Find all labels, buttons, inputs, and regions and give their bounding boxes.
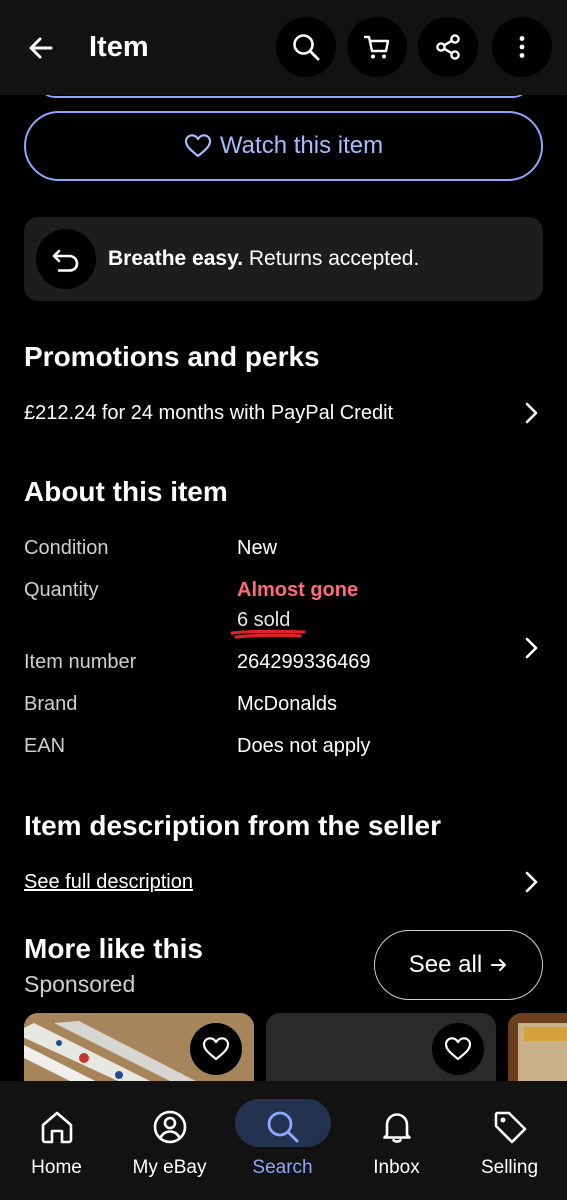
brand-label: Brand	[24, 693, 78, 715]
more-vertical-icon	[519, 36, 525, 58]
watch-product-2-button[interactable]	[432, 1023, 484, 1075]
ean-label: EAN	[24, 735, 66, 757]
heart-outline-icon	[444, 1037, 472, 1061]
home-icon	[33, 1103, 81, 1151]
top-app-bar: Item	[0, 0, 567, 95]
brand-value: McDonalds	[237, 693, 338, 715]
item-number-value: 264299336469	[237, 651, 371, 673]
more-options-button[interactable]	[492, 17, 552, 77]
ean-value: Does not apply	[237, 735, 371, 757]
nav-my-ebay-label: My eBay	[132, 1157, 207, 1178]
bottom-navigation: Home My eBay Search Inbox Selling	[0, 1081, 567, 1200]
condition-value: New	[237, 537, 278, 559]
about-item-title: About this item	[24, 476, 228, 507]
tag-icon	[486, 1103, 534, 1151]
share-icon	[436, 34, 460, 60]
nav-inbox-label: Inbox	[373, 1157, 420, 1178]
chevron-right-icon[interactable]	[519, 401, 543, 425]
nav-home[interactable]: Home	[0, 1081, 113, 1200]
watch-item-label: Watch this item	[219, 132, 384, 159]
promotions-title: Promotions and perks	[24, 341, 320, 372]
heart-outline-icon	[184, 134, 212, 158]
returns-info-card: Breathe easy. Returns accepted.	[24, 217, 543, 301]
nav-selling-label: Selling	[480, 1157, 539, 1178]
chevron-right-icon[interactable]	[519, 636, 543, 660]
paypal-credit-offer[interactable]: £212.24 for 24 months with PayPal Credit	[24, 400, 393, 426]
nav-selling[interactable]: Selling	[453, 1081, 566, 1200]
quantity-label: Quantity	[24, 579, 99, 601]
nav-search[interactable]: Search	[226, 1081, 339, 1200]
sponsored-label: Sponsored	[24, 971, 136, 997]
page-title: Item	[89, 31, 149, 63]
profile-icon	[146, 1103, 194, 1151]
returns-bold-text: Breathe easy.	[108, 247, 244, 270]
description-title: Item description from the seller	[24, 810, 441, 841]
quantity-status: Almost gone	[237, 579, 359, 601]
share-button[interactable]	[418, 17, 478, 77]
annotation-underline	[230, 629, 306, 639]
see-all-label: See all	[408, 951, 483, 978]
condition-label: Condition	[24, 537, 109, 559]
nav-my-ebay[interactable]: My eBay	[113, 1081, 226, 1200]
return-arrow-icon	[52, 249, 79, 272]
returns-regular-text: Returns accepted.	[243, 247, 420, 270]
nav-search-label: Search	[252, 1157, 313, 1178]
arrow-right-icon	[491, 959, 507, 971]
back-arrow-icon	[29, 37, 53, 59]
returns-icon-wrapper	[36, 229, 96, 289]
nav-inbox[interactable]: Inbox	[340, 1081, 453, 1200]
cart-icon	[363, 35, 390, 59]
bell-icon	[373, 1103, 421, 1151]
chevron-right-icon[interactable]	[519, 870, 543, 894]
search-icon	[259, 1103, 307, 1151]
see-full-description-link[interactable]: See full description	[24, 869, 193, 895]
heart-outline-icon	[202, 1037, 230, 1061]
cart-button[interactable]	[347, 17, 407, 77]
nav-home-label: Home	[31, 1157, 82, 1178]
item-number-label: Item number	[24, 651, 137, 673]
search-button[interactable]	[276, 17, 336, 77]
returns-text: Breathe easy. Returns accepted.	[108, 246, 419, 272]
watch-item-button[interactable]: Watch this item	[24, 111, 543, 181]
search-icon	[293, 34, 320, 61]
back-button[interactable]	[20, 27, 62, 69]
watch-product-1-button[interactable]	[190, 1023, 242, 1075]
more-like-this-title: More like this	[24, 933, 203, 964]
see-all-button[interactable]: See all	[374, 930, 543, 1000]
